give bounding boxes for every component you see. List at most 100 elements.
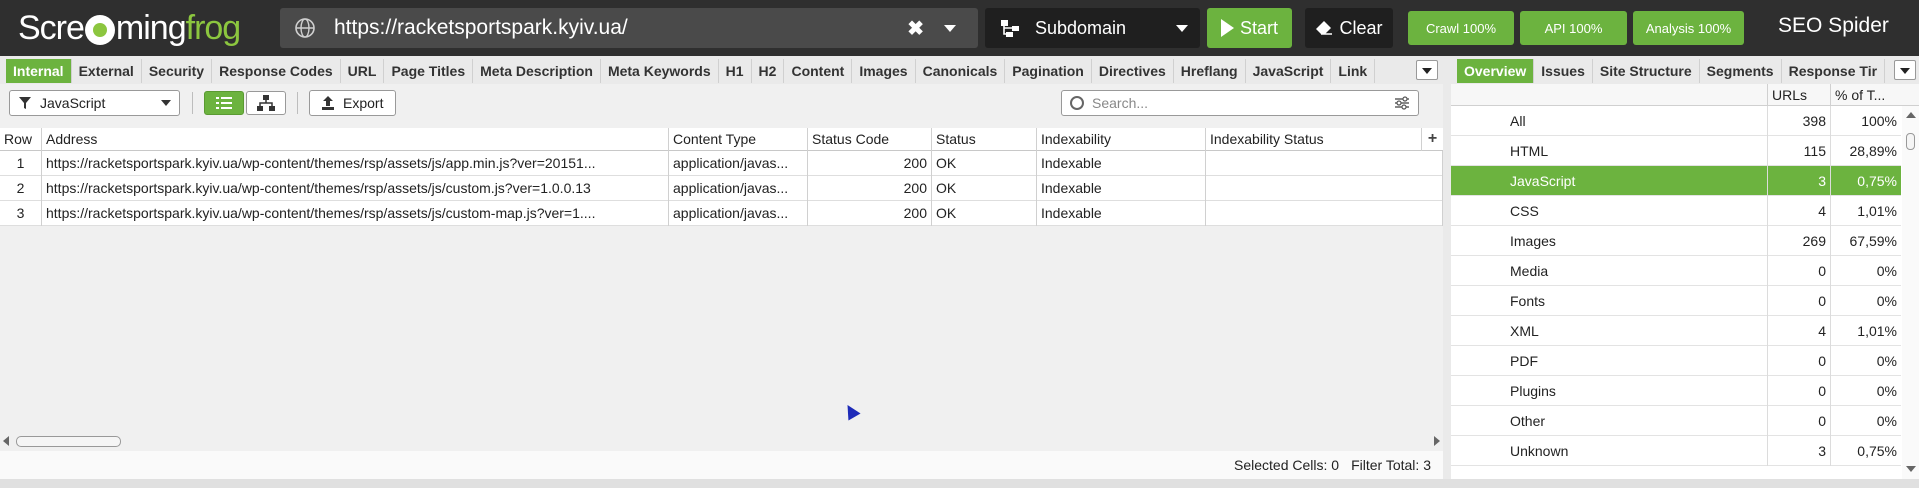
status-bar: Selected Cells: 0 Filter Total: 3 (0, 451, 1443, 479)
tab-site-structure[interactable]: Site Structure (1593, 59, 1700, 83)
overview-row-xml[interactable]: XML 4 1,01% (1451, 316, 1901, 346)
column-header-indexability[interactable]: Indexability (1037, 128, 1206, 151)
tab-link[interactable]: Link (1331, 59, 1376, 83)
column-header-content-type[interactable]: Content Type (669, 128, 808, 151)
analysis-progress[interactable]: Analysis 100% (1633, 11, 1744, 45)
tab-javascript[interactable]: JavaScript (1246, 59, 1332, 83)
scrollbar-thumb[interactable] (1906, 133, 1915, 150)
scrollbar-thumb[interactable] (16, 436, 121, 447)
tabs-overflow-button[interactable] (1416, 60, 1438, 80)
search-input[interactable]: Search... (1061, 90, 1419, 116)
tab-internal[interactable]: Internal (6, 59, 72, 83)
vertical-scrollbar[interactable] (1902, 106, 1919, 479)
top-toolbar: Scre ming frog https://racketsportspark.ky… (0, 0, 1919, 56)
tab-pagination[interactable]: Pagination (1005, 59, 1092, 83)
cell-status-code: 200 (808, 201, 932, 226)
mouse-cursor-icon (841, 401, 861, 421)
column-header-indexability-status[interactable]: Indexability Status (1206, 128, 1422, 151)
clear-button[interactable]: Clear (1305, 8, 1393, 48)
scroll-down-icon[interactable] (1906, 466, 1916, 472)
tab-meta-keywords[interactable]: Meta Keywords (601, 59, 719, 83)
side-tabs-overflow-button[interactable] (1894, 60, 1916, 80)
column-header-urls[interactable]: URLs (1767, 84, 1830, 106)
tab-response-times[interactable]: Response Tir (1782, 59, 1886, 83)
overview-row-plugins[interactable]: Plugins 0 0% (1451, 376, 1901, 406)
tab-meta-description[interactable]: Meta Description (473, 59, 601, 83)
tab-security[interactable]: Security (142, 59, 213, 83)
cell-indexability-status (1206, 151, 1443, 176)
logo-text-1: Scre (18, 8, 85, 47)
scroll-right-icon[interactable] (1434, 436, 1440, 446)
start-button[interactable]: Start (1207, 8, 1292, 48)
overview-row-unknown[interactable]: Unknown 3 0,75% (1451, 436, 1901, 466)
column-header-status[interactable]: Status (932, 128, 1037, 151)
overview-row-media[interactable]: Media 0 0% (1451, 256, 1901, 286)
tab-segments[interactable]: Segments (1700, 59, 1782, 83)
filter-select[interactable]: JavaScript (9, 90, 180, 116)
overview-row-css[interactable]: CSS 4 1,01% (1451, 196, 1901, 226)
tab-issues[interactable]: Issues (1534, 59, 1593, 83)
tab-images[interactable]: Images (852, 59, 916, 83)
bottom-strip (0, 479, 1919, 488)
crawl-progress[interactable]: Crawl 100% (1408, 11, 1514, 45)
scroll-up-icon[interactable] (1906, 112, 1916, 118)
overview-row-pdf[interactable]: PDF 0 0% (1451, 346, 1901, 376)
table-row[interactable]: 1 https://racketsportspark.kyiv.ua/wp-co… (0, 151, 1443, 176)
eraser-icon (1316, 21, 1333, 35)
cell-row: 3 (0, 201, 42, 226)
tab-response-codes[interactable]: Response Codes (212, 59, 341, 83)
overview-row-other[interactable]: Other 0 0% (1451, 406, 1901, 436)
crawl-mode-select[interactable]: Subdomain (985, 8, 1200, 48)
add-column-icon[interactable]: + (1422, 128, 1443, 151)
chevron-down-icon[interactable] (944, 24, 956, 32)
export-button[interactable]: Export (309, 90, 396, 116)
tab-hreflang[interactable]: Hreflang (1174, 59, 1246, 83)
tab-canonicals[interactable]: Canonicals (916, 59, 1006, 83)
chevron-down-icon (1176, 24, 1188, 32)
cell-address: https://racketsportspark.kyiv.ua/wp-cont… (42, 151, 669, 176)
clear-x-icon[interactable]: ✖ (907, 16, 924, 41)
list-view-icon (216, 97, 232, 109)
sitemap-icon (1001, 20, 1019, 37)
overview-row-html[interactable]: HTML 115 28,89% (1451, 136, 1901, 166)
url-input-box[interactable]: https://racketsportspark.kyiv.ua/ ✖ (280, 8, 978, 48)
tab-overview[interactable]: Overview (1457, 59, 1535, 83)
column-header-address[interactable]: Address (42, 128, 669, 151)
cell-status: OK (932, 176, 1037, 201)
tab-directives[interactable]: Directives (1092, 59, 1174, 83)
url-input[interactable]: https://racketsportspark.kyiv.ua/ (334, 16, 907, 40)
overview-row-javascript[interactable]: JavaScript 3 0,75% (1451, 166, 1901, 196)
tab-content[interactable]: Content (784, 59, 853, 83)
tab-page-titles[interactable]: Page Titles (384, 59, 474, 83)
overview-row-images[interactable]: Images 269 67,59% (1451, 226, 1901, 256)
table-row[interactable]: 3 https://racketsportspark.kyiv.ua/wp-co… (0, 201, 1443, 226)
table-row[interactable]: 2 https://racketsportspark.kyiv.ua/wp-co… (0, 176, 1443, 201)
tree-view-button[interactable] (246, 91, 286, 115)
search-options-icon[interactable] (1394, 96, 1410, 110)
overview-row-all[interactable]: All 398 100% (1451, 106, 1901, 136)
column-header-row[interactable]: Row (0, 128, 42, 151)
app-logo: Scre ming frog (18, 6, 242, 50)
list-view-button[interactable] (204, 91, 244, 115)
table-header: Row Address Content Type Status Code Sta… (0, 128, 1443, 151)
tab-external[interactable]: External (72, 59, 142, 83)
cell-address: https://racketsportspark.kyiv.ua/wp-cont… (42, 176, 669, 201)
product-name: SEO Spider (1778, 14, 1889, 37)
cell-status: OK (932, 151, 1037, 176)
clear-label: Clear (1339, 17, 1383, 38)
tab-h1[interactable]: H1 (719, 59, 752, 83)
tab-h2[interactable]: H2 (752, 59, 785, 83)
column-header-percent[interactable]: % of T... (1830, 84, 1902, 106)
overview-row-fonts[interactable]: Fonts 0 0% (1451, 286, 1901, 316)
search-placeholder: Search... (1092, 95, 1149, 111)
column-header-status-code[interactable]: Status Code (808, 128, 932, 151)
logo-text-3: frog (185, 8, 242, 47)
crawl-mode-label: Subdomain (1035, 17, 1127, 38)
horizontal-scrollbar[interactable] (0, 433, 1443, 449)
cell-indexability-status (1206, 176, 1443, 201)
scroll-left-icon[interactable] (3, 436, 9, 446)
results-table: Row Address Content Type Status Code Sta… (0, 128, 1443, 316)
api-progress[interactable]: API 100% (1520, 11, 1627, 45)
tab-url[interactable]: URL (341, 59, 385, 83)
selected-cells-count: 0 (1331, 457, 1340, 473)
